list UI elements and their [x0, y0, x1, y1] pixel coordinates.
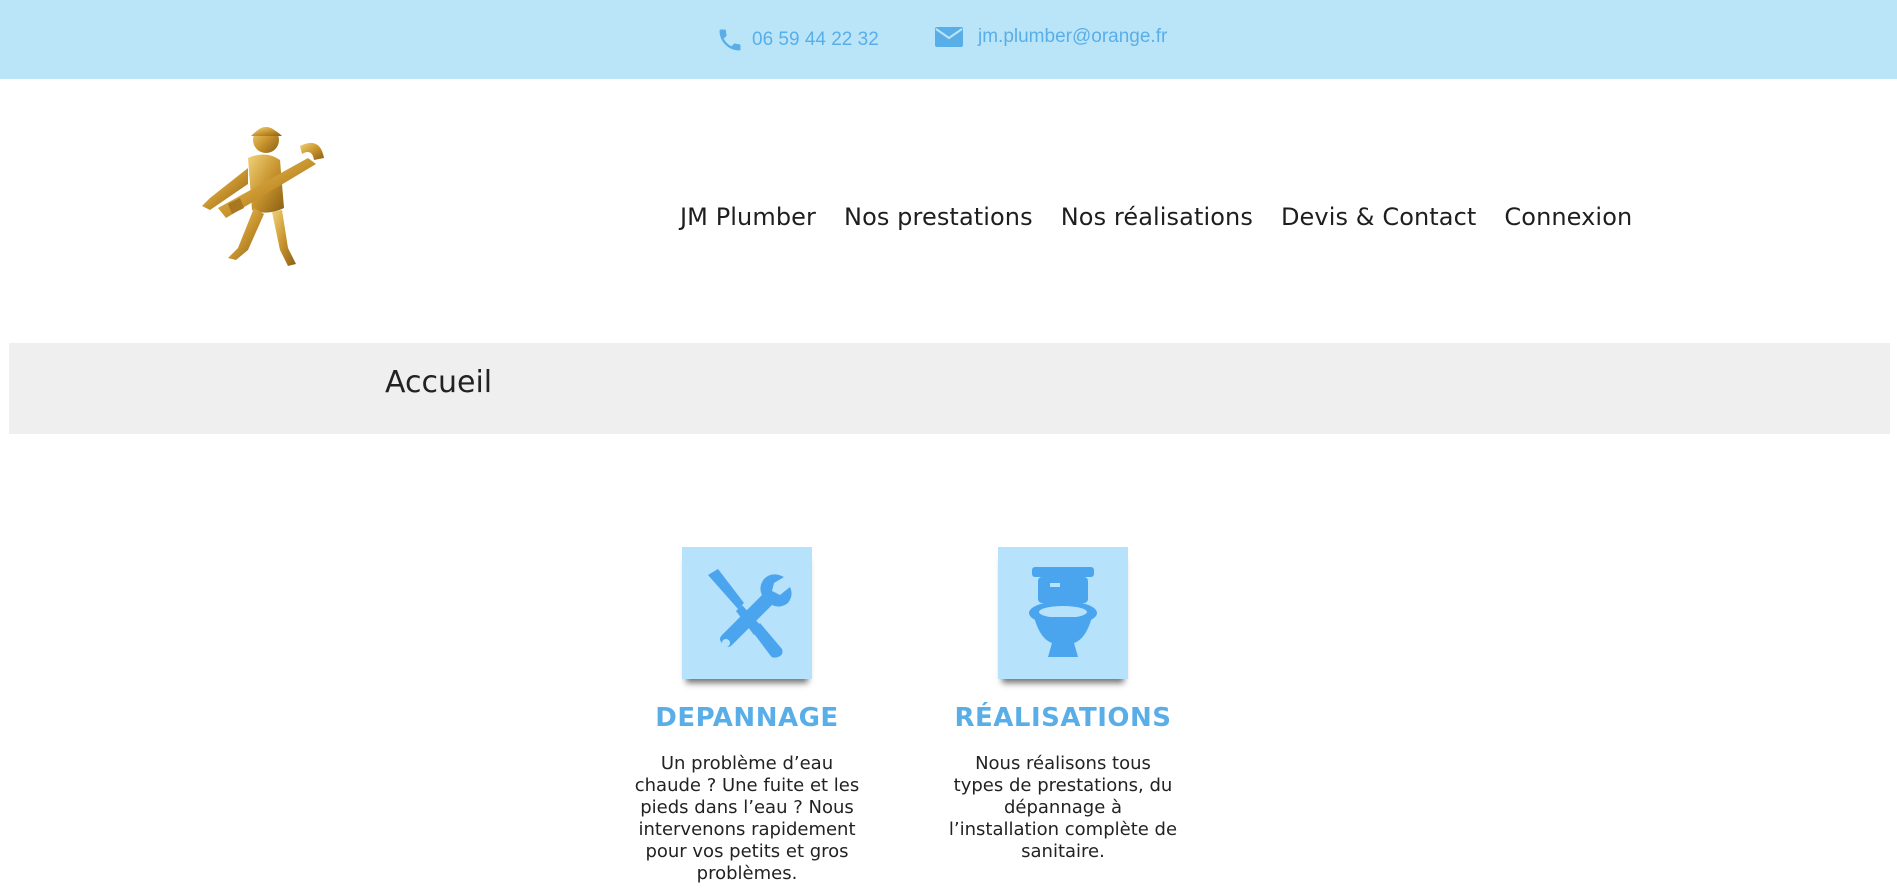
- phone-contact[interactable]: 06 59 44 22 32: [716, 26, 879, 54]
- toilet-icon: [1029, 567, 1097, 657]
- site-logo[interactable]: [188, 118, 328, 278]
- main-nav: JM Plumber Nos prestations Nos réalisati…: [680, 203, 1632, 231]
- nav-item-connexion[interactable]: Connexion: [1504, 203, 1632, 231]
- service-title[interactable]: RÉALISATIONS: [943, 703, 1183, 733]
- service-title[interactable]: DEPANNAGE: [627, 703, 867, 733]
- phone-number[interactable]: 06 59 44 22 32: [752, 29, 879, 51]
- service-description: Un problème d’eau chaude ? Une fuite et …: [634, 753, 860, 884]
- tools-icon: [708, 569, 792, 658]
- service-card-depannage[interactable]: DEPANNAGE Un problème d’eau chaude ? Une…: [627, 547, 867, 885]
- nav-item-nos-prestations[interactable]: Nos prestations: [844, 203, 1033, 231]
- nav-item-devis-contact[interactable]: Devis & Contact: [1281, 203, 1476, 231]
- phone-icon: [716, 26, 744, 54]
- email-contact[interactable]: jm.plumber@orange.fr: [934, 26, 1167, 48]
- page-title-band: Accueil: [9, 343, 1890, 434]
- service-description: Nous réalisons tous types de prestations…: [948, 753, 1178, 862]
- service-card-realisations[interactable]: RÉALISATIONS Nous réalisons tous types d…: [943, 547, 1183, 863]
- page-title: Accueil: [385, 365, 493, 400]
- envelope-icon: [934, 26, 964, 48]
- service-tile[interactable]: [682, 547, 812, 679]
- email-link[interactable]: jm.plumber@orange.fr: [978, 26, 1167, 48]
- nav-item-nos-realisations[interactable]: Nos réalisations: [1061, 203, 1253, 231]
- service-tile[interactable]: [998, 547, 1128, 679]
- top-contact-bar: 06 59 44 22 32 jm.plumber@orange.fr: [0, 0, 1897, 79]
- nav-item-jm-plumber[interactable]: JM Plumber: [680, 203, 816, 231]
